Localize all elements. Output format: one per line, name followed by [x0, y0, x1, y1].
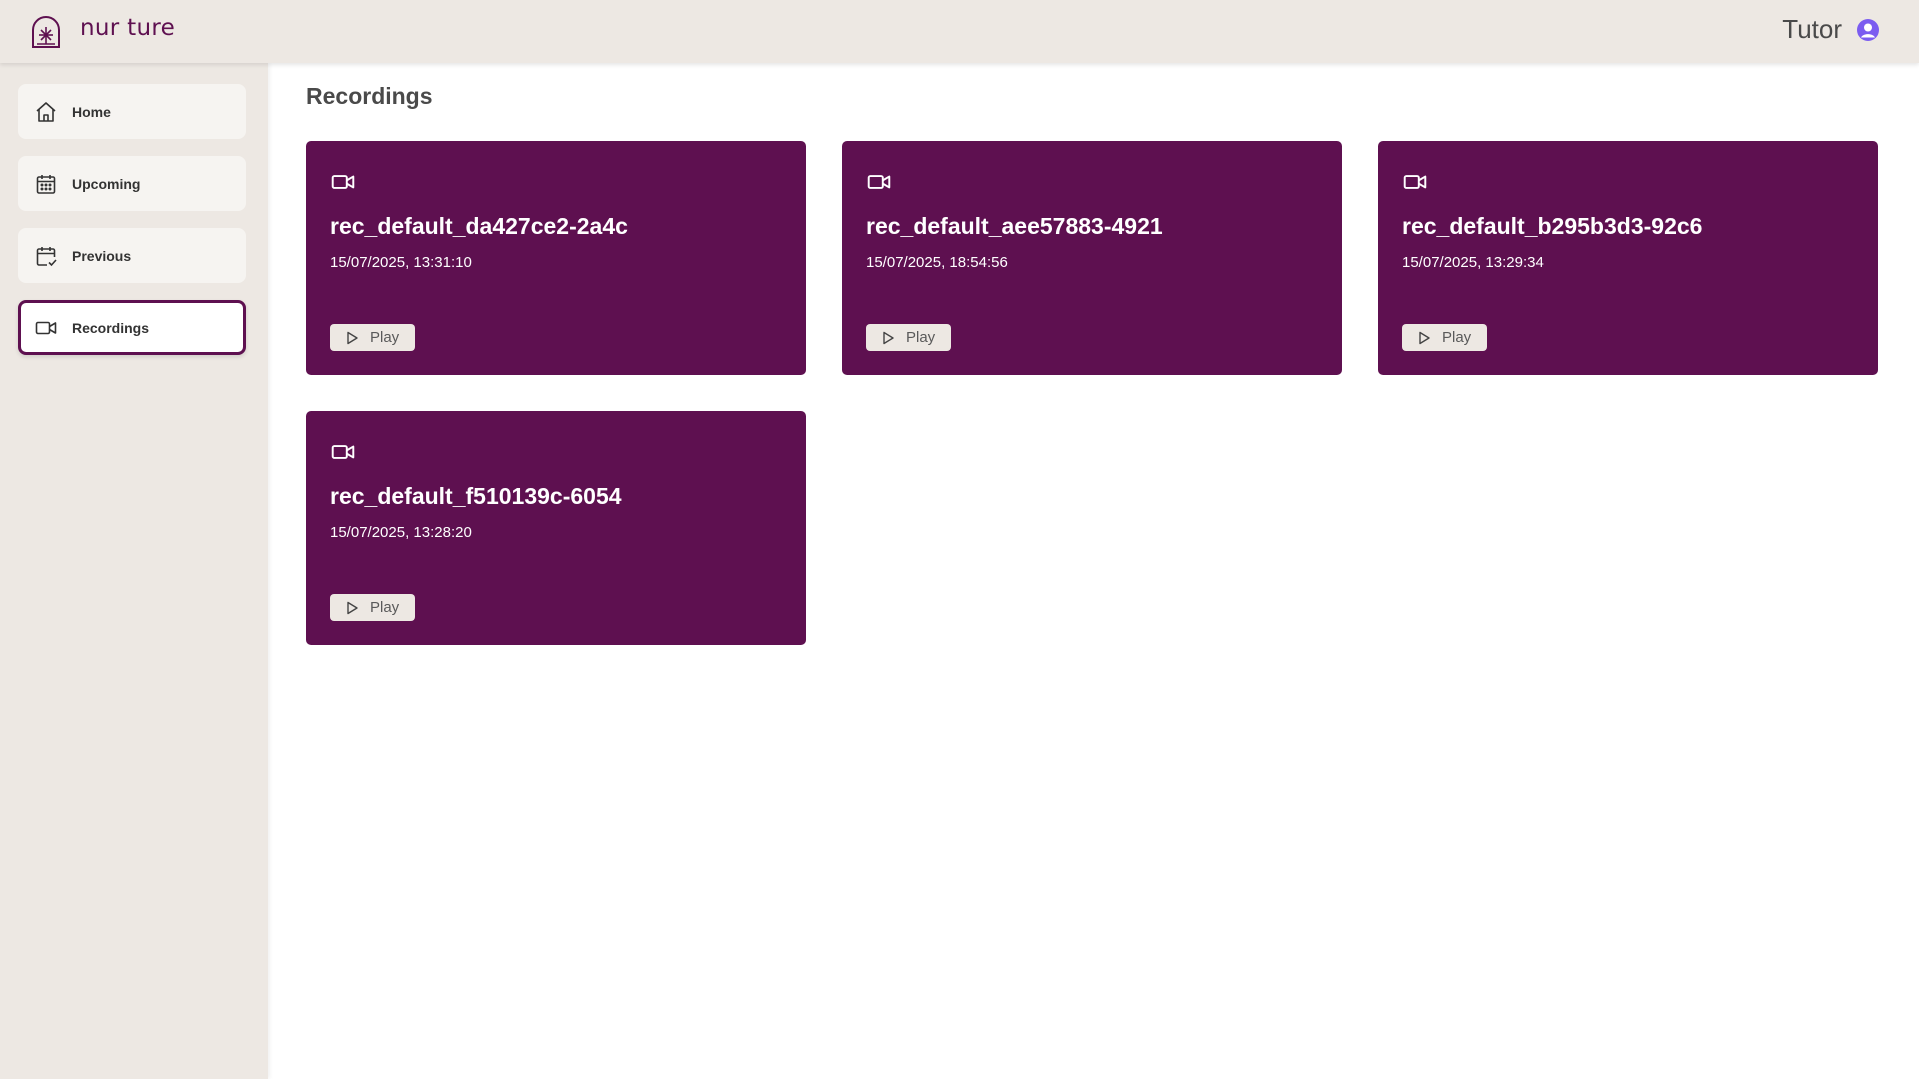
recording-date: 15/07/2025, 18:54:56: [866, 254, 1008, 271]
recording-name: rec_default_aee57883-4921: [866, 213, 1163, 239]
sidebar-item-recordings[interactable]: Recordings: [18, 300, 246, 355]
page-title: Recordings: [306, 83, 433, 109]
user-name[interactable]: Tutor: [1782, 14, 1842, 45]
recording-card: rec_default_f510139c-6054 15/07/2025, 13…: [306, 411, 806, 645]
play-button-label: Play: [370, 599, 400, 616]
video-camera-icon: [34, 316, 58, 340]
sidebar-item-upcoming[interactable]: Upcoming: [18, 156, 246, 211]
play-button[interactable]: Play: [866, 324, 951, 351]
video-camera-icon: [330, 169, 356, 195]
calendar-icon: [34, 172, 58, 196]
play-button[interactable]: Play: [330, 324, 415, 351]
sidebar-item-label: Upcoming: [72, 175, 141, 192]
play-button-label: Play: [1442, 329, 1472, 346]
sidebar-item-label: Home: [72, 103, 111, 120]
recording-card: rec_default_aee57883-4921 15/07/2025, 18…: [842, 141, 1342, 375]
video-camera-icon: [330, 439, 356, 465]
play-icon: [344, 600, 360, 616]
home-icon: [34, 100, 58, 124]
recording-card: rec_default_da427ce2-2a4c 15/07/2025, 13…: [306, 141, 806, 375]
sidebar-item-label: Previous: [72, 247, 132, 264]
recording-card: rec_default_b295b3d3-92c6 15/07/2025, 13…: [1378, 141, 1878, 375]
recording-date: 15/07/2025, 13:31:10: [330, 254, 472, 271]
play-button-label: Play: [370, 329, 400, 346]
sidebar: Home Upcoming Previous Recordings: [0, 63, 268, 1079]
top-bar: nur ture Tutor: [0, 0, 1919, 63]
brand-logo-icon[interactable]: [29, 15, 63, 49]
play-icon: [1416, 330, 1432, 346]
video-camera-icon: [1402, 169, 1428, 195]
recording-date: 15/07/2025, 13:28:20: [330, 524, 472, 541]
play-icon: [880, 330, 896, 346]
brand-name[interactable]: nur ture: [80, 15, 175, 41]
recording-name: rec_default_f510139c-6054: [330, 483, 622, 509]
sidebar-item-previous[interactable]: Previous: [18, 228, 246, 283]
play-icon: [344, 330, 360, 346]
recording-name: rec_default_da427ce2-2a4c: [330, 213, 628, 239]
recording-name: rec_default_b295b3d3-92c6: [1402, 213, 1703, 239]
play-button[interactable]: Play: [330, 594, 415, 621]
play-button-label: Play: [906, 329, 936, 346]
sidebar-item-home[interactable]: Home: [18, 84, 246, 139]
play-button[interactable]: Play: [1402, 324, 1487, 351]
sidebar-item-label: Recordings: [72, 319, 150, 336]
video-camera-icon: [866, 169, 892, 195]
user-avatar-icon[interactable]: [1856, 18, 1880, 42]
user-menu[interactable]: Tutor: [1782, 14, 1880, 45]
calendar-check-icon: [34, 244, 58, 268]
recording-date: 15/07/2025, 13:29:34: [1402, 254, 1544, 271]
